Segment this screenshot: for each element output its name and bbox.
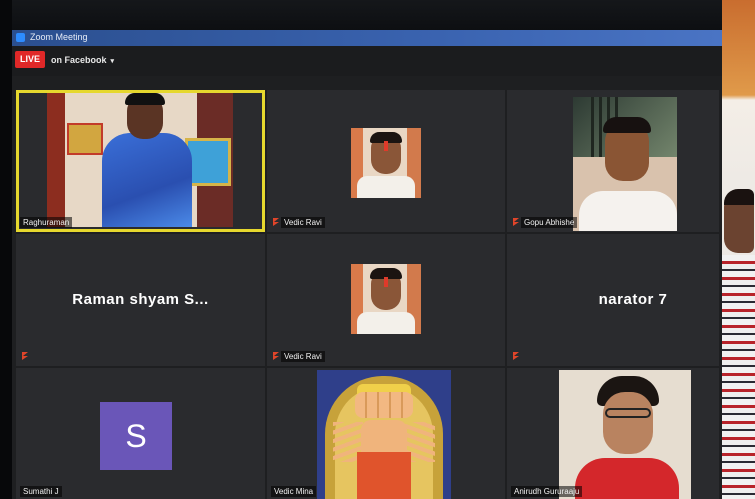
live-destination-label: on Facebook bbox=[51, 55, 107, 65]
participant-image bbox=[317, 370, 451, 499]
mic-muted-icon bbox=[513, 218, 519, 226]
mic-muted-icon bbox=[273, 352, 279, 360]
zoom-app-icon bbox=[16, 33, 25, 42]
participant-video bbox=[573, 97, 677, 231]
participant-video bbox=[47, 93, 233, 227]
participant-tile-vedic-ravi[interactable]: Vedic Ravi bbox=[267, 90, 505, 232]
participant-video bbox=[351, 128, 421, 198]
participant-name: Anirudh Gururaaju bbox=[511, 486, 583, 497]
participant-tile-vedic-mina[interactable]: Vedic Mina bbox=[267, 368, 505, 499]
participant-video bbox=[559, 370, 691, 499]
participant-tile-raghuraman[interactable]: Raghuraman bbox=[16, 90, 265, 232]
participant-display-name: Raman shyam S... bbox=[72, 291, 209, 308]
participant-video bbox=[351, 264, 421, 334]
participant-name: Vedic Ravi bbox=[281, 217, 325, 228]
participant-name: Sumathi J bbox=[20, 486, 62, 497]
participant-tile-gopu-abhishe[interactable]: Gopu Abhishe bbox=[507, 90, 719, 232]
chevron-down-icon: ▾ bbox=[110, 58, 115, 65]
live-stream-bar: LIVE on Facebook ▾ bbox=[12, 46, 722, 76]
participant-tile-sumathi[interactable]: S Sumathi J bbox=[16, 368, 265, 499]
gallery-view: Raghuraman Vedic Ravi Gopu Abhishe Raman… bbox=[12, 88, 722, 499]
participant-name: Raghuraman bbox=[20, 217, 73, 228]
participant-tile-narator-7[interactable]: narator 7 bbox=[507, 234, 719, 366]
bystander-photo bbox=[722, 185, 755, 499]
participant-name: Vedic Mina bbox=[271, 486, 317, 497]
participant-display-name: narator 7 bbox=[598, 291, 668, 308]
mic-muted-icon bbox=[513, 352, 519, 360]
avatar: S bbox=[100, 402, 172, 470]
monitor-edge bbox=[0, 0, 12, 499]
mic-muted-icon bbox=[273, 218, 279, 226]
mic-muted-icon bbox=[22, 352, 28, 360]
live-badge: LIVE bbox=[15, 51, 45, 68]
participant-tile-anirudh[interactable]: Anirudh Gururaaju bbox=[507, 368, 719, 499]
participant-tile-raman-shyam[interactable]: Raman shyam S... bbox=[16, 234, 265, 366]
participant-name: Vedic Ravi bbox=[281, 351, 325, 362]
participant-name: Gopu Abhishe bbox=[521, 217, 578, 228]
window-titlebar[interactable]: Zoom Meeting bbox=[12, 30, 722, 46]
monitor-bezel bbox=[0, 0, 755, 30]
participant-tile-vedic-ravi-2[interactable]: Vedic Ravi bbox=[267, 234, 505, 366]
live-destination-dropdown[interactable]: on Facebook ▾ bbox=[51, 55, 114, 65]
window-title: Zoom Meeting bbox=[30, 32, 88, 42]
zoom-window: Zoom Meeting LIVE on Facebook ▾ Raghurama… bbox=[12, 30, 722, 499]
